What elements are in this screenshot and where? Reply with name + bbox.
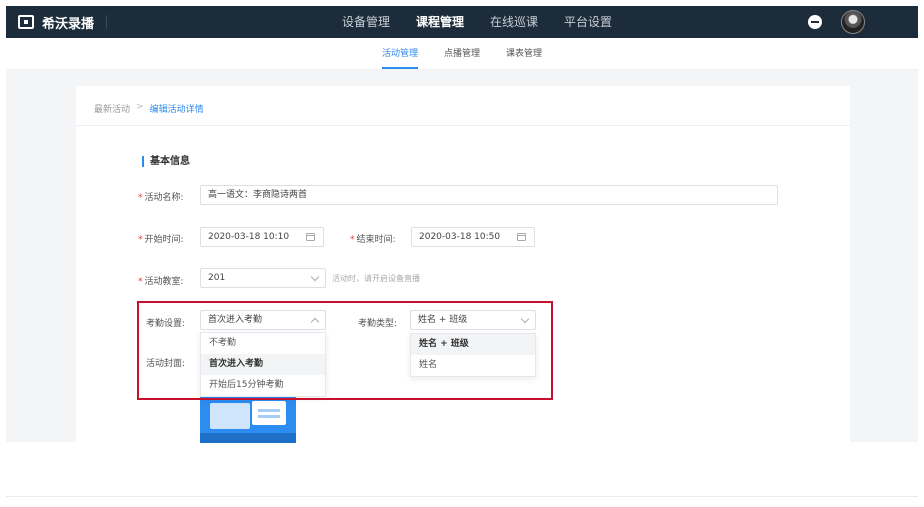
classroom-hint: 活动时，请开启设备直播	[332, 274, 420, 283]
nav-item-online-patrol[interactable]: 在线巡课	[490, 6, 538, 38]
start-time-label: * 开始时间:	[138, 235, 184, 245]
cover-image[interactable]	[200, 393, 296, 443]
tab-vod-management[interactable]: 点播管理	[444, 38, 480, 70]
required-mark: *	[138, 193, 143, 203]
nav-item-platform-settings[interactable]: 平台设置	[564, 6, 612, 38]
highlight-box	[137, 301, 553, 400]
end-time-picker[interactable]: 2020-03-18 10:50	[411, 227, 535, 247]
brand[interactable]: 希沃录播	[18, 11, 94, 33]
book-illustration	[210, 403, 250, 429]
board-illustration	[252, 401, 286, 425]
divider	[76, 125, 850, 126]
nav-item-course-management[interactable]: 课程管理	[416, 6, 464, 38]
divider	[106, 15, 107, 29]
app-name: 希沃录播	[42, 16, 95, 32]
calendar-icon	[517, 233, 526, 241]
breadcrumb-separator: >	[136, 102, 144, 112]
section-title: 基本信息	[142, 156, 190, 167]
classroom-select[interactable]: 201	[200, 268, 326, 288]
desk-illustration	[200, 433, 296, 443]
required-mark: *	[138, 277, 143, 287]
calendar-icon	[306, 233, 315, 241]
tab-schedule-management[interactable]: 课表管理	[506, 38, 542, 70]
activity-name-label: * 活动名称:	[138, 193, 184, 203]
breadcrumb-current: 编辑活动详情	[149, 105, 204, 115]
breadcrumb: 最新活动 > 编辑活动详情	[94, 102, 204, 115]
required-mark: *	[350, 235, 355, 245]
avatar[interactable]	[841, 10, 865, 34]
activity-name-input[interactable]: 高一语文：李商隐诗两首	[200, 185, 778, 205]
top-bar: 希沃录播 设备管理 课程管理 在线巡课 平台设置	[6, 6, 918, 38]
required-mark: *	[138, 235, 143, 245]
divider	[6, 496, 918, 497]
start-time-picker[interactable]: 2020-03-18 10:10	[200, 227, 324, 247]
nav-item-device-management[interactable]: 设备管理	[342, 6, 390, 38]
chevron-down-icon	[310, 272, 320, 282]
classroom-label: * 活动教室:	[138, 277, 184, 287]
end-time-label: * 结束时间:	[350, 235, 396, 245]
sub-nav: 活动管理 点播管理 课表管理	[6, 38, 918, 70]
logo-icon	[18, 15, 34, 29]
top-nav: 设备管理 课程管理 在线巡课 平台设置	[342, 6, 638, 38]
tab-activity-management[interactable]: 活动管理	[382, 38, 419, 70]
breadcrumb-parent[interactable]: 最新活动	[94, 102, 130, 115]
logout-icon[interactable]	[808, 15, 822, 29]
